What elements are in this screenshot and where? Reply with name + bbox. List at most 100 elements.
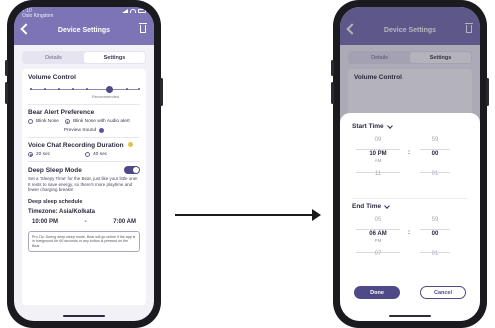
timezone-label: Timezone: Asia/Kolkata: [28, 208, 96, 215]
ampm-alt: AM: [374, 158, 382, 163]
side-button: [486, 78, 489, 106]
radio-label: 20 sec: [36, 152, 51, 157]
hour-next: 11: [374, 171, 382, 177]
end-time-value[interactable]: 7:00 AM: [113, 219, 136, 225]
minute-next: 01: [431, 251, 439, 257]
time-colon: :: [408, 230, 410, 236]
side-button: [5, 60, 8, 76]
deep-sleep-row: Deep Sleep Mode: [28, 166, 140, 174]
start-time-title: Start Time: [352, 123, 384, 130]
wifi-icon: [130, 9, 136, 13]
side-button: [5, 82, 8, 104]
tab-settings[interactable]: Settings: [84, 52, 145, 63]
slider-step: [44, 88, 46, 90]
cancel-button[interactable]: Cancel: [420, 286, 466, 299]
start-time-value[interactable]: 10:00 PM: [32, 219, 58, 225]
voice-title: Voice Chat Recording Duration: [28, 142, 140, 149]
arrow-head-icon: [312, 209, 321, 221]
right-phone-frame: Device Settings Details Settings Volume …: [331, 0, 489, 328]
voice-title-text: Voice Chat Recording Duration: [28, 142, 124, 149]
end-time-title: End Time: [352, 203, 382, 210]
volume-title: Volume Control: [28, 74, 76, 81]
chevron-down-icon[interactable]: [386, 122, 393, 129]
slider-step: [58, 88, 60, 90]
side-button: [160, 78, 163, 106]
slider-step: [86, 88, 88, 90]
left-phone-screen: 7:10 Oslo Kingdom Device Settings Detail…: [14, 7, 154, 321]
slider-step: [30, 88, 32, 90]
page-title: Device Settings: [57, 26, 111, 34]
info-icon[interactable]: [128, 142, 134, 147]
right-phone-screen: Device Settings Details Settings Volume …: [340, 7, 480, 321]
radio-blink-nose[interactable]: [28, 119, 33, 124]
preview-label: Preview Sound: [63, 128, 97, 133]
volume-slider[interactable]: Recommended: [28, 84, 140, 100]
alert-title: Bear Alert Preference: [28, 109, 95, 116]
minute-prev: 59: [431, 217, 439, 223]
radio-40-sec[interactable]: [85, 152, 90, 157]
status-bar: 7:10 Oslo Kingdom: [14, 7, 154, 19]
arrow-line: [175, 214, 315, 216]
slider-track: [30, 89, 138, 90]
minute-next: 01: [431, 171, 439, 177]
end-time-picker[interactable]: 05 06 AM PM 07 : 59 00 01: [352, 214, 468, 272]
hour-prev: 05: [374, 217, 382, 223]
canvas: 7:10 Oslo Kingdom Device Settings Detail…: [0, 0, 495, 328]
battery-icon: [138, 9, 146, 13]
start-time-header[interactable]: Start Time: [352, 122, 468, 130]
radio-label: Blink Nose with Audio alert: [72, 119, 130, 124]
home-indicator: [389, 315, 431, 317]
trash-icon[interactable]: [139, 23, 147, 33]
alert-options: Blink Nose Blink Nose with Audio alert: [28, 119, 140, 124]
app-header: 7:10 Oslo Kingdom Device Settings: [14, 7, 154, 45]
slider-step: [138, 88, 140, 90]
deep-sleep-toggle[interactable]: [124, 166, 140, 174]
sheet-actions: Done Cancel: [352, 286, 468, 299]
radio-label: 40 sec: [93, 152, 108, 157]
side-button: [331, 60, 334, 76]
settings-card: Volume Control Recommended Bear Alert Pr…: [22, 69, 146, 305]
minute-prev: 59: [431, 137, 439, 143]
minute-selected: 00: [431, 151, 439, 157]
hour-prev: 09: [374, 137, 382, 143]
voice-options: 20 sec 40 sec: [28, 152, 140, 157]
done-button[interactable]: Done: [354, 286, 400, 299]
schedule-times: 10:00 PM - 7:00 AM: [28, 219, 140, 225]
minute-selected: 00: [431, 231, 439, 237]
radio-blink-audio[interactable]: [64, 119, 70, 124]
radio-label: Blink Nose: [36, 119, 59, 124]
slider-note: Recommended: [92, 94, 120, 99]
minute-column[interactable]: 59 00 01: [420, 214, 450, 260]
hour-column[interactable]: 09 10 PM AM 11: [363, 134, 393, 180]
minute-column[interactable]: 59 00 01: [420, 134, 450, 180]
hour-selected: 06 AM: [369, 231, 387, 237]
play-icon[interactable]: [99, 128, 105, 133]
title-bar: Device Settings: [14, 19, 154, 41]
deep-sleep-title: Deep Sleep Mode: [28, 166, 82, 174]
hour-column[interactable]: 05 06 AM PM 07: [363, 214, 393, 260]
home-indicator: [63, 315, 105, 317]
divider: [28, 137, 140, 138]
start-time-picker[interactable]: 09 10 PM AM 11 : 59 00 01: [352, 134, 468, 192]
divider: [28, 104, 140, 105]
signal-icon: [122, 9, 128, 13]
radio-20-sec[interactable]: [28, 152, 33, 157]
time-picker-sheet: Start Time 09 10 PM AM 11 : 59 00 01 End…: [340, 113, 480, 321]
ampm-alt: PM: [374, 238, 382, 243]
hour-selected: 10 PM: [369, 151, 387, 157]
left-phone-frame: 7:10 Oslo Kingdom Device Settings Detail…: [5, 0, 163, 328]
slider-step: [72, 88, 74, 90]
side-button: [331, 82, 334, 104]
tab-bar: Details Settings: [22, 51, 146, 64]
schedule-title: Deep sleep schedule: [28, 198, 83, 205]
chevron-down-icon[interactable]: [384, 202, 390, 209]
time-colon: :: [408, 150, 410, 156]
slider-thumb[interactable]: [106, 86, 113, 93]
back-arrow-icon[interactable]: [20, 23, 32, 35]
tab-details[interactable]: Details: [23, 52, 84, 63]
preview-sound-row[interactable]: Preview Sound: [28, 128, 140, 133]
divider: [352, 198, 468, 199]
deep-sleep-description: Set a 'Sleepy Time' for the Bear, just l…: [28, 176, 138, 192]
end-time-header[interactable]: End Time: [352, 202, 468, 210]
slider-step: [126, 88, 128, 90]
